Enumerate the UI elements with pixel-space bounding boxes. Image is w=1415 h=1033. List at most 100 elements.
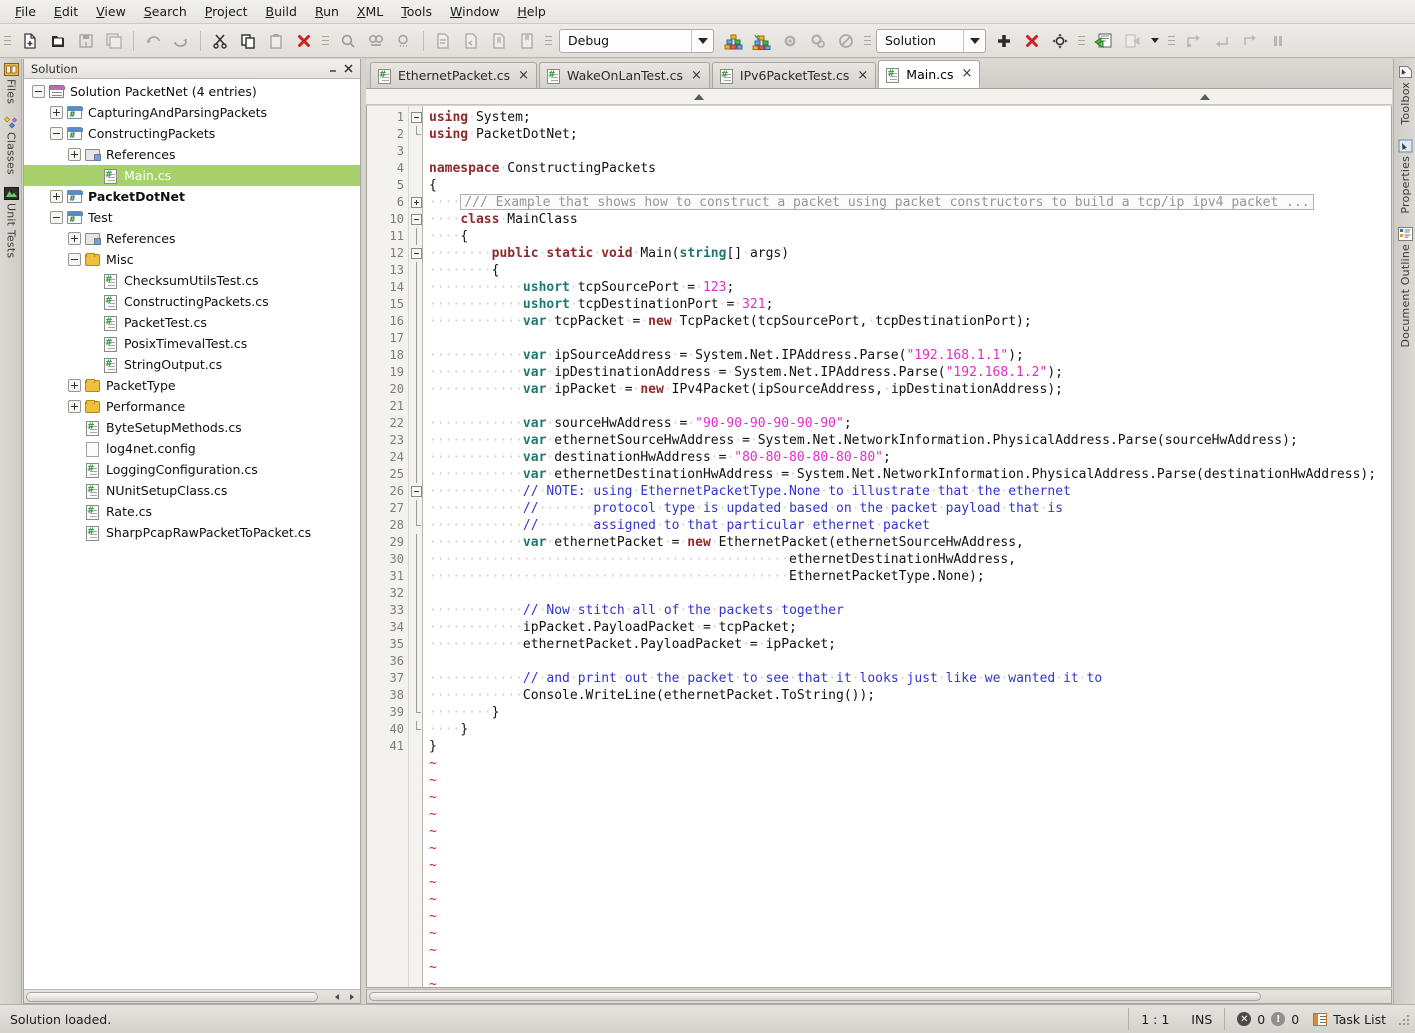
close-pad-button[interactable] xyxy=(341,61,356,76)
new-file-icon[interactable] xyxy=(16,28,44,54)
tree-item-checksumutilstest-cs[interactable]: ChecksumUtilsTest.cs xyxy=(24,270,360,291)
bookmark-icon[interactable] xyxy=(513,28,541,54)
resize-grip[interactable] xyxy=(1398,1012,1412,1026)
tree-item-test[interactable]: Test xyxy=(24,207,360,228)
tab-wakeonlantest-cs[interactable]: WakeOnLanTest.cs × xyxy=(539,62,710,88)
delete-icon[interactable] xyxy=(290,28,318,54)
tree-item-misc[interactable]: Misc xyxy=(24,249,360,270)
find-icon[interactable] xyxy=(334,28,362,54)
menu-help[interactable]: Help xyxy=(508,1,555,22)
toolbar-grip-6[interactable] xyxy=(1168,31,1177,51)
tree-item-constructingpackets-cs[interactable]: ConstructingPackets.cs xyxy=(24,291,360,312)
build-settings-icon[interactable] xyxy=(776,28,804,54)
minimize-pad-button[interactable] xyxy=(326,61,341,76)
code-folding-gutter[interactable] xyxy=(409,106,423,987)
collapse-icon[interactable] xyxy=(32,85,45,98)
tree-item-capturingandparsingpackets[interactable]: CapturingAndParsingPackets xyxy=(24,102,360,123)
configuration-dropdown-arrow-icon[interactable] xyxy=(691,29,713,52)
menu-xml[interactable]: XML xyxy=(348,1,392,22)
find-in-files-icon[interactable] xyxy=(362,28,390,54)
step-over-icon[interactable] xyxy=(1180,28,1208,54)
sidebar-item-toolbox[interactable]: Toolbox xyxy=(1394,59,1415,133)
paste-icon[interactable] xyxy=(262,28,290,54)
menu-build[interactable]: Build xyxy=(257,1,306,22)
tree-item-constructingpackets[interactable]: ConstructingPackets xyxy=(24,123,360,144)
fold-marker[interactable] xyxy=(409,483,422,500)
step-out-icon[interactable] xyxy=(1236,28,1264,54)
tree-item-packettest-cs[interactable]: PacketTest.cs xyxy=(24,312,360,333)
code-text[interactable]: using·System; using·PacketDotNet; namespa… xyxy=(423,106,1391,987)
menu-run[interactable]: Run xyxy=(306,1,348,22)
tab-ipv6packettest-cs[interactable]: IPv6PacketTest.cs × xyxy=(711,62,877,88)
expand-icon[interactable] xyxy=(50,190,63,203)
code-editor[interactable]: 1 2 3 4 5 6 10 11 12 13 14 15 16 17 18 19 20 21 22 23 24 25 26… xyxy=(366,106,1392,988)
expand-icon[interactable] xyxy=(68,379,81,392)
editor-scroll-thumb[interactable] xyxy=(369,992,1261,1001)
tree-item-solution-packetnet-4-entries[interactable]: Solution PacketNet (4 entries) xyxy=(24,81,360,102)
sidebar-item-unit-tests[interactable]: Unit Tests xyxy=(0,183,22,266)
solution-pad-scroll-thumb[interactable] xyxy=(26,992,318,1002)
uncomment-icon[interactable] xyxy=(457,28,485,54)
sidebar-item-classes[interactable]: Classes xyxy=(0,112,22,183)
close-tab-icon[interactable]: × xyxy=(961,67,972,80)
close-tab-icon[interactable]: × xyxy=(857,69,868,82)
menu-edit[interactable]: Edit xyxy=(45,1,87,22)
sidebar-item-properties[interactable]: Properties xyxy=(1394,133,1415,222)
tree-item-references[interactable]: References xyxy=(24,228,360,249)
menu-file[interactable]: File xyxy=(6,1,45,22)
navigate-icon[interactable] xyxy=(1046,28,1074,54)
solution-tree[interactable]: Solution PacketNet (4 entries) CapturingA… xyxy=(24,79,360,989)
close-tab-icon[interactable]: × xyxy=(691,69,702,82)
menu-tools[interactable]: Tools xyxy=(392,1,441,22)
tree-item-performance[interactable]: Performance xyxy=(24,396,360,417)
menu-search[interactable]: Search xyxy=(135,1,196,22)
tree-item-nunitsetupclass-cs[interactable]: NUnitSetupClass.cs xyxy=(24,480,360,501)
configuration-selector[interactable]: Debug xyxy=(559,28,714,53)
comment-icon[interactable] xyxy=(429,28,457,54)
stop-build-icon[interactable] xyxy=(832,28,860,54)
tree-item-packetdotnet[interactable]: PacketDotNet xyxy=(24,186,360,207)
new-solution-icon[interactable] xyxy=(44,28,72,54)
remove-icon[interactable] xyxy=(1018,28,1046,54)
expand-icon[interactable] xyxy=(68,400,81,413)
toolbar-grip-3[interactable] xyxy=(545,31,554,51)
run-with-icon[interactable] xyxy=(1118,28,1146,54)
tree-item-stringoutput-cs[interactable]: StringOutput.cs xyxy=(24,354,360,375)
rebuild-icon[interactable] xyxy=(748,28,776,54)
undo-icon[interactable] xyxy=(139,28,167,54)
tree-item-packettype[interactable]: PacketType xyxy=(24,375,360,396)
tab-ethernetpacket-cs[interactable]: EthernetPacket.cs × xyxy=(370,62,538,88)
expand-icon[interactable] xyxy=(50,106,63,119)
solution-pad-hscrollbar[interactable] xyxy=(24,989,360,1003)
tree-item-loggingconfiguration-cs[interactable]: LoggingConfiguration.cs xyxy=(24,459,360,480)
cut-icon[interactable] xyxy=(206,28,234,54)
build-icon[interactable] xyxy=(720,28,748,54)
find-next-icon[interactable] xyxy=(390,28,418,54)
scroll-left-arrow-icon[interactable] xyxy=(330,991,344,1003)
run-icon[interactable] xyxy=(1090,28,1118,54)
pause-icon[interactable] xyxy=(1264,28,1292,54)
clean-icon[interactable] xyxy=(804,28,832,54)
save-all-icon[interactable] xyxy=(100,28,128,54)
fold-marker[interactable] xyxy=(409,211,422,228)
save-icon[interactable] xyxy=(72,28,100,54)
editor-split-handle-right[interactable] xyxy=(1199,91,1210,102)
sidebar-item-document-outline[interactable]: Document Outline xyxy=(1394,221,1415,355)
tree-item-references[interactable]: References xyxy=(24,144,360,165)
collapse-icon[interactable] xyxy=(68,253,81,266)
tree-item-rate-cs[interactable]: Rate.cs xyxy=(24,501,360,522)
menu-view[interactable]: View xyxy=(87,1,135,22)
redo-icon[interactable] xyxy=(167,28,195,54)
menu-project[interactable]: Project xyxy=(196,1,257,22)
fold-marker[interactable] xyxy=(409,109,422,126)
task-list-button[interactable]: Task List xyxy=(1311,1005,1398,1033)
editor-split-handle-left[interactable] xyxy=(693,91,704,102)
scroll-right-arrow-icon[interactable] xyxy=(345,991,359,1003)
tree-item-log4net-config[interactable]: log4net.config xyxy=(24,438,360,459)
toolbar-grip-4[interactable] xyxy=(864,31,873,51)
copy-icon[interactable] xyxy=(234,28,262,54)
tree-item-main-cs[interactable]: Main.cs xyxy=(24,165,360,186)
toolbar-grip-1[interactable] xyxy=(4,31,13,51)
error-warning-summary[interactable]: ✕ 0 ! 0 xyxy=(1225,1005,1311,1033)
expand-icon[interactable] xyxy=(68,148,81,161)
